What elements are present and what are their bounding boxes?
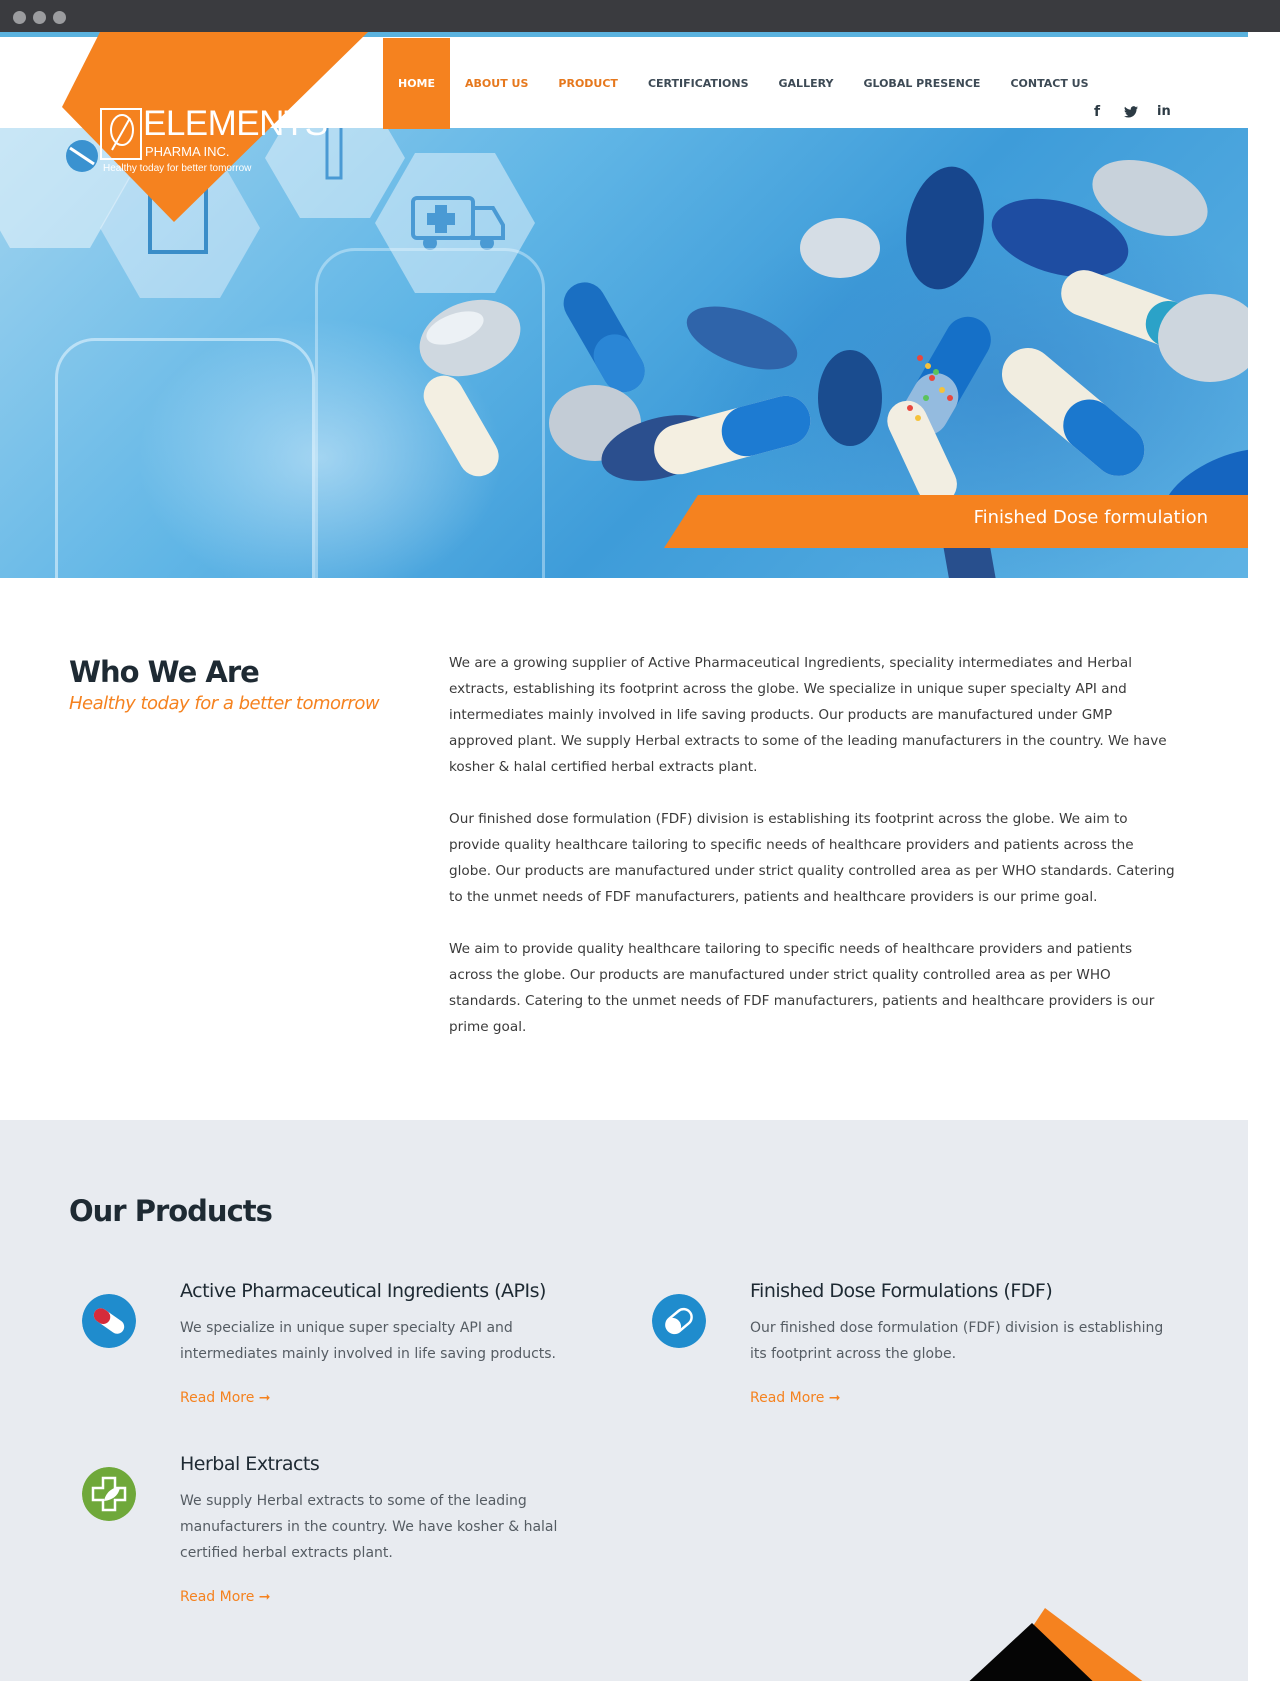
nav-about-us[interactable]: ABOUT US [450, 38, 543, 129]
nav-gallery[interactable]: GALLERY [764, 38, 849, 129]
nav-global-presence[interactable]: GLOBAL PRESENCE [848, 38, 995, 129]
logo-tagline: Healthy today for better tomorrow [103, 163, 252, 174]
herbal-leaf-icon [82, 1467, 136, 1521]
nav-home[interactable]: HOME [383, 38, 451, 129]
twitter-icon[interactable] [1124, 106, 1138, 118]
pill-icon [652, 1294, 706, 1348]
hero-caption-text: Finished Dose formulation [973, 507, 1208, 528]
logo-subtitle: PHARMA INC. [145, 144, 230, 159]
logo-leaf-mark [100, 108, 142, 160]
who-paragraph: We aim to provide quality healthcare tai… [449, 941, 1155, 1035]
logo-wordmark: ELEMENTS [143, 104, 328, 143]
read-more-link[interactable]: Read More ➞ [180, 1589, 271, 1605]
window-minimize-dot[interactable] [33, 11, 46, 24]
facebook-icon[interactable]: f [1094, 104, 1100, 120]
nav-product[interactable]: PRODUCT [543, 38, 633, 129]
who-paragraph: Our finished dose formulation (FDF) divi… [449, 811, 1175, 905]
read-more-link[interactable]: Read More ➞ [750, 1390, 841, 1406]
linkedin-icon[interactable]: in [1157, 104, 1171, 119]
product-title: Active Pharmaceutical Ingredients (APIs) [180, 1280, 546, 1302]
product-description: Our finished dose formulation (FDF) divi… [750, 1320, 1164, 1362]
hero-caption-banner: Finished Dose formulation [664, 495, 1248, 548]
product-description: We supply Herbal extracts to some of the… [180, 1493, 558, 1561]
who-paragraph: We are a growing supplier of Active Phar… [449, 655, 1167, 775]
read-more-link[interactable]: Read More ➞ [180, 1390, 271, 1406]
who-we-are-title: Who We Are [69, 655, 260, 689]
glass-beaker [55, 338, 315, 578]
page-gutter [1248, 32, 1280, 1681]
main-navigation: HOME ABOUT US PRODUCT CERTIFICATIONS GAL… [383, 38, 1104, 129]
window-close-dot[interactable] [13, 11, 26, 24]
product-title: Herbal Extracts [180, 1453, 320, 1475]
product-title: Finished Dose Formulations (FDF) [750, 1280, 1053, 1302]
browser-titlebar [0, 0, 1280, 32]
who-we-are-subtitle: Healthy today for a better tomorrow [69, 693, 380, 714]
capsule-icon [82, 1294, 136, 1348]
product-description: We specialize in unique super specialty … [180, 1320, 557, 1362]
decorative-triangles [969, 1608, 1143, 1681]
products-section: Our Products Active Pharmaceutical Ingre… [0, 1120, 1248, 1681]
website-page: Finished Dose formulation ELEMENTS PHARM… [0, 32, 1248, 1681]
window-maximize-dot[interactable] [53, 11, 66, 24]
nav-certifications[interactable]: CERTIFICATIONS [633, 38, 764, 129]
nav-contact-us[interactable]: CONTACT US [995, 38, 1103, 129]
products-title: Our Products [69, 1194, 273, 1228]
who-we-are-body: We are a growing supplier of Active Phar… [449, 650, 1179, 1066]
